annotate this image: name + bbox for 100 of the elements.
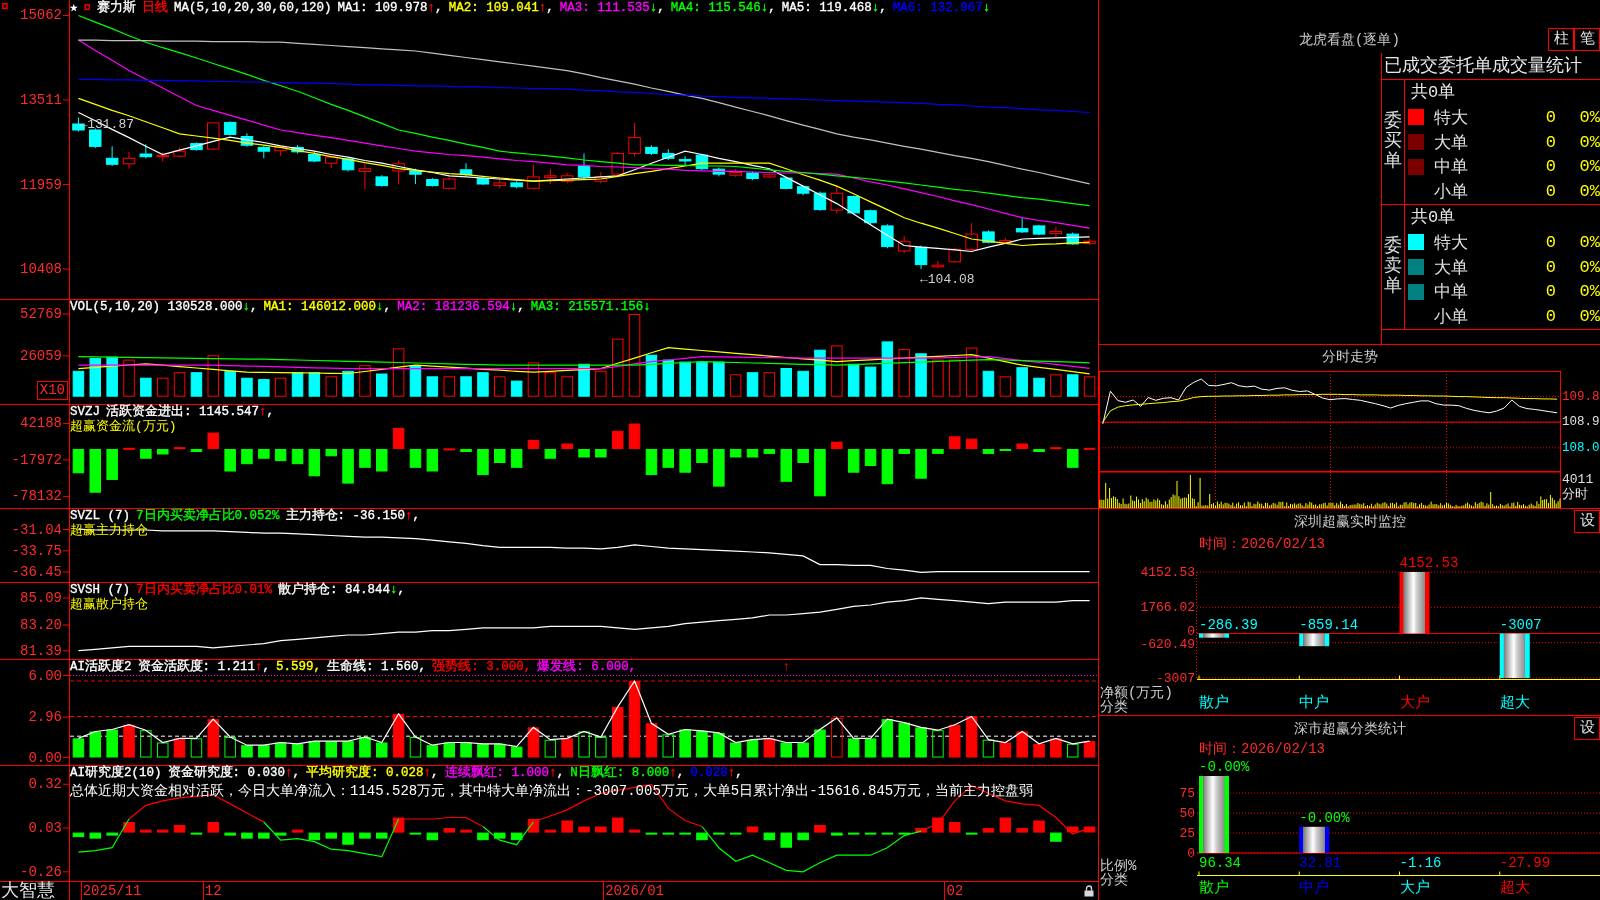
axis-label: 0.00	[28, 749, 62, 765]
panel-title: 深圳超赢实时监控	[1293, 513, 1406, 531]
legend-item: N日飘红: 8.000↑,	[570, 766, 685, 780]
panel-title: 分时走势	[1320, 348, 1379, 367]
legend-item: ¤	[83, 1, 92, 15]
order-size-label: 特大	[1434, 232, 1469, 254]
date-text: 时间：2026/02/13	[1198, 535, 1326, 553]
legend-item: MA6: 132.967↓	[892, 1, 991, 15]
order-percent: 0%	[1578, 307, 1600, 327]
legend-item: MA3: 215571.156↓	[530, 300, 651, 314]
order-percent: 0%	[1578, 107, 1600, 127]
order-total: 共0单	[1410, 207, 1457, 229]
price-label: ←104.08	[920, 271, 975, 287]
order-total: 共0单	[1410, 82, 1457, 104]
legend-item: SVSH (7)	[70, 583, 130, 597]
category-label: 中户	[1299, 879, 1330, 897]
legend-item: MA2: 181236.594↓,	[397, 300, 525, 314]
value-label: 96.34	[1199, 855, 1241, 871]
order-size-label: 中单	[1434, 157, 1469, 179]
axis-label: 2.96	[28, 709, 62, 726]
value-label: -3007	[1499, 616, 1542, 633]
legend-item: 7日内买卖净占比0.01%	[136, 583, 273, 597]
legend-item: 主力持仓: -36.150↑,	[285, 509, 421, 523]
legend-item: 7日内买卖净占比0.052%	[136, 509, 280, 523]
axis-label: 109.8	[1562, 389, 1600, 404]
legend-item: 0.028↑,	[690, 766, 743, 780]
order-size-label: 小单	[1434, 307, 1469, 329]
legend-item: MA1: 109.978↑,	[337, 1, 443, 15]
order-count: 0	[1544, 307, 1556, 327]
value-label: -0.00%	[1199, 759, 1250, 775]
legend-item: VOL(5,10,20) 130528.000↓,	[70, 300, 258, 314]
value-label: 4152.53	[1399, 555, 1459, 571]
legend-item: 赛力斯	[97, 1, 137, 15]
legend-item: 连续飘红: 1.000↑,	[444, 766, 565, 780]
axis-label: -31.04	[11, 521, 62, 538]
legend-item: 散户持仓: 84.844↓,	[278, 583, 406, 597]
legend-item: 资金活跃度: 1.211↑,	[137, 660, 271, 674]
order-size-label: 大单	[1434, 132, 1469, 154]
legend-item: SVZL (7)	[70, 509, 130, 523]
legend-item: AI研究度2(10)	[70, 766, 162, 780]
indicator-note: 超赢散户持仓	[70, 597, 149, 612]
legend-item: 资金研究度: 0.030↑,	[167, 766, 301, 780]
legend-item: 爆发线: 6.000,	[537, 660, 637, 674]
value-label: -286.39	[1199, 616, 1258, 633]
axis-label: 0.03	[28, 820, 62, 837]
order-size-label: 特大	[1434, 107, 1469, 129]
legend-item: MA3: 111.535↓,	[559, 1, 665, 15]
legend-item: MA5: 119.468↓,	[781, 1, 887, 15]
axis-label: -17972	[11, 451, 62, 468]
date-label: 12	[204, 883, 222, 899]
value-label: -27.99	[1499, 855, 1551, 871]
order-size-label: 中单	[1434, 282, 1469, 304]
order-size-label: 大单	[1434, 257, 1469, 279]
order-count: 0	[1544, 132, 1556, 152]
axis-label: 81.39	[20, 642, 62, 659]
axis-label: 4152.53	[1140, 564, 1195, 580]
axis-label: -3007	[1156, 670, 1195, 686]
group-label: 委卖单	[1384, 237, 1402, 297]
axis-label: -36.45	[11, 564, 62, 580]
axis-label: -78132	[11, 488, 62, 505]
order-percent: 0%	[1578, 182, 1600, 202]
indicator-note: 超赢资金流(万元)	[70, 419, 178, 434]
value-label: -859.14	[1299, 616, 1359, 633]
axis-title: 比例%	[1100, 858, 1137, 874]
value-label: 32.81	[1299, 855, 1342, 871]
category-label: 大户	[1399, 694, 1430, 712]
axis-title: 净额(万元)	[1100, 685, 1173, 701]
order-count: 0	[1544, 157, 1556, 177]
order-count: 0	[1544, 282, 1556, 302]
legend-item: 5.599,	[276, 660, 322, 674]
date-label: 2025/11	[82, 883, 142, 899]
order-count: 0	[1544, 232, 1556, 252]
date-label: 2026/01	[605, 883, 664, 899]
axis-label: 42188	[20, 415, 62, 432]
category-label: 超大	[1499, 694, 1530, 712]
group-label: 委买单	[1384, 112, 1402, 172]
axis-label: 0	[1187, 624, 1195, 640]
value-label: -0.00%	[1299, 809, 1350, 826]
order-count: 0	[1544, 257, 1556, 277]
order-size-label: 小单	[1434, 182, 1469, 204]
corner-mark: ¤	[1, 0, 9, 14]
axis-label: 25	[1179, 825, 1195, 841]
order-count: 0	[1544, 107, 1556, 127]
axis-label: 108.9	[1562, 415, 1600, 430]
legend-item: MA4: 115.546↓,	[670, 1, 776, 15]
panel-title: 龙虎看盘(逐单)	[1299, 31, 1400, 50]
axis-label: 10408	[20, 261, 62, 278]
panel-title: 深市超赢分类统计	[1293, 720, 1406, 738]
order-percent: 0%	[1578, 157, 1600, 177]
category-label: 超大	[1499, 879, 1530, 897]
legend-item: 日线	[142, 1, 169, 15]
legend-item: MA1: 146012.000↓,	[263, 300, 392, 314]
date-label: 02	[946, 883, 964, 899]
axis-label: 4011	[1562, 472, 1595, 487]
signal-arrow: ↑	[782, 659, 791, 675]
axis-label: 26059	[20, 347, 62, 364]
legend-item: MA2: 109.041↑,	[448, 1, 554, 15]
category-label: 散户	[1199, 879, 1229, 897]
axis-label: 13511	[20, 92, 62, 108]
axis-label: 11959	[20, 176, 62, 193]
